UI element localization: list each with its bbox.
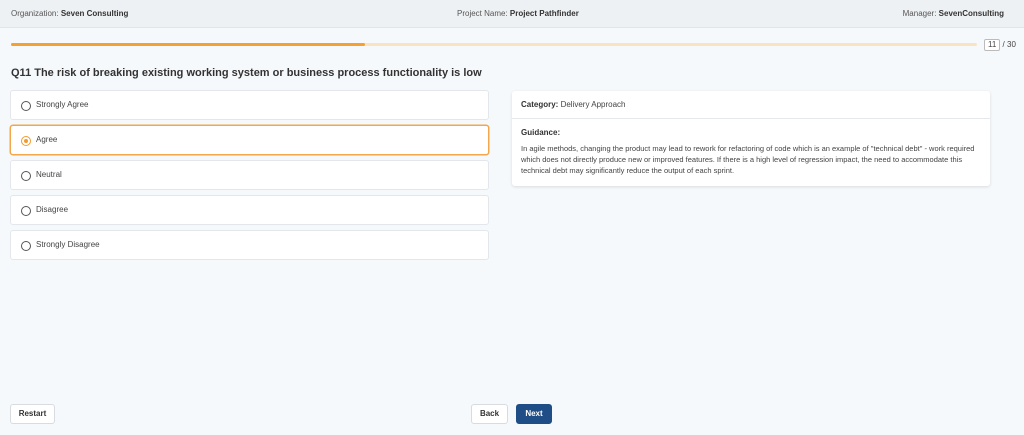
category-value: Delivery Approach — [560, 100, 626, 109]
manager-label: Manager: — [902, 9, 937, 18]
radio-button[interactable] — [21, 101, 31, 111]
guidance-card: Category: Delivery Approach Guidance: In… — [512, 91, 990, 186]
answer-options: Strongly Agree Agree Neutral Disagree St… — [10, 90, 489, 265]
guidance-text: In agile methods, changing the product m… — [521, 144, 975, 175]
survey-page: Organization: Seven Consulting Project N… — [0, 0, 1024, 435]
back-button[interactable]: Back — [471, 404, 508, 424]
current-question-number: 11 — [984, 39, 1001, 51]
project-info: Project Name: Project Pathfinder — [457, 9, 579, 18]
option-disagree[interactable]: Disagree — [10, 195, 489, 225]
project-value: Project Pathfinder — [509, 9, 579, 18]
project-label: Project Name: — [457, 9, 508, 18]
next-button[interactable]: Next — [516, 404, 552, 424]
total-questions: / 30 — [1002, 40, 1016, 49]
organization-value: Seven Consulting — [60, 9, 129, 18]
option-strongly-disagree[interactable]: Strongly Disagree — [10, 230, 489, 260]
radio-button[interactable] — [21, 136, 31, 146]
option-strongly-agree[interactable]: Strongly Agree — [10, 90, 489, 120]
organization-info: Organization: Seven Consulting — [11, 9, 128, 18]
guidance-title: Guidance: — [521, 128, 561, 137]
progress-bar-fill — [11, 43, 365, 46]
manager-value: SevenConsulting — [938, 9, 1004, 18]
progress-bar — [11, 43, 977, 46]
organization-label: Organization: — [11, 9, 59, 18]
radio-button[interactable] — [21, 206, 31, 216]
option-neutral[interactable]: Neutral — [10, 160, 489, 190]
option-label: Strongly Agree — [36, 100, 89, 109]
option-label: Agree — [36, 135, 58, 144]
category-row: Category: Delivery Approach — [512, 91, 990, 119]
top-header-bar: Organization: Seven Consulting Project N… — [0, 0, 1024, 28]
radio-button[interactable] — [21, 171, 31, 181]
restart-button[interactable]: Restart — [10, 404, 55, 424]
option-label: Strongly Disagree — [36, 240, 100, 249]
radio-button[interactable] — [21, 241, 31, 251]
option-agree[interactable]: Agree — [10, 125, 489, 155]
question-title: Q11 The risk of breaking existing workin… — [11, 67, 482, 79]
category-label: Category: — [521, 100, 559, 109]
option-label: Neutral — [36, 170, 62, 179]
question-counter: 11 / 30 — [984, 39, 1016, 51]
manager-info: Manager: SevenConsulting — [903, 9, 1004, 18]
option-label: Disagree — [36, 205, 69, 214]
